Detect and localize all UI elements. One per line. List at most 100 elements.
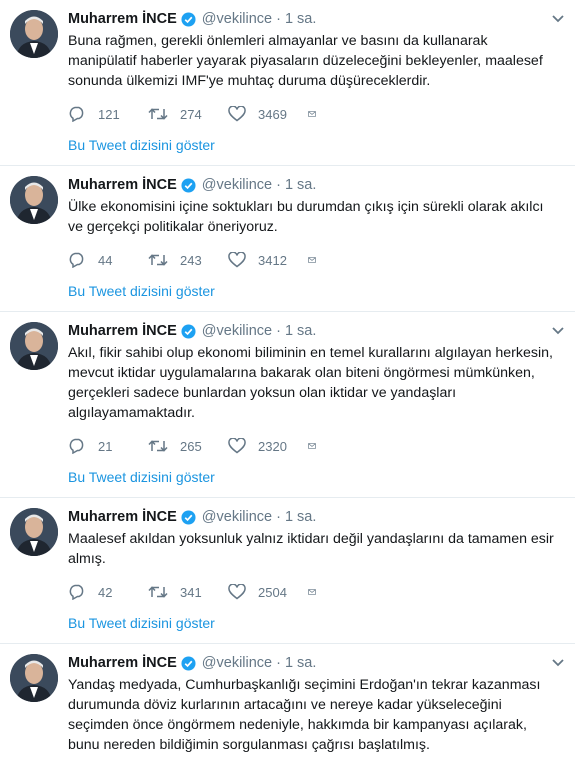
retweet-icon	[148, 254, 168, 266]
reply-count: 42	[98, 584, 113, 600]
timestamp[interactable]: 1 sa.	[285, 11, 316, 27]
author-name[interactable]: Muharrem İNCE	[68, 655, 177, 671]
reply-count: 21	[98, 438, 113, 454]
tweet-text: Ülke ekonomisini içine soktukları bu dur…	[68, 199, 544, 235]
avatar[interactable]	[10, 654, 58, 702]
verified-badge-icon	[181, 323, 196, 339]
verified-badge-icon	[181, 655, 196, 671]
heart-icon	[228, 584, 246, 600]
timestamp[interactable]: 1 sa.	[285, 509, 316, 525]
reply-icon	[69, 584, 84, 600]
timestamp[interactable]: 1 sa.	[285, 655, 316, 671]
show-thread-link[interactable]: Bu Tweet dizisini göster	[68, 271, 563, 311]
retweet-button[interactable]: 341	[148, 584, 228, 600]
dm-button[interactable]	[308, 107, 328, 121]
retweet-button[interactable]: 265	[148, 438, 228, 454]
tweet[interactable]: Muharrem İNCE @vekilince · 1 sa. Yandaş …	[0, 644, 575, 769]
heart-icon	[228, 252, 246, 268]
avatar[interactable]	[10, 10, 58, 58]
tweet-text: Akıl, fikir sahibi olup ekonomi bilimini…	[68, 345, 553, 421]
author-name[interactable]: Muharrem İNCE	[68, 323, 177, 339]
retweet-count: 274	[180, 106, 202, 122]
tweet-actions: 21 265 2320	[68, 435, 563, 457]
author-handle[interactable]: @vekilince	[202, 177, 272, 193]
reply-icon	[69, 438, 84, 454]
verified-badge-icon	[181, 177, 196, 193]
separator: ·	[276, 323, 281, 339]
reply-button[interactable]: 44	[68, 252, 148, 268]
author-handle[interactable]: @vekilince	[202, 509, 272, 525]
timestamp[interactable]: 1 sa.	[285, 323, 316, 339]
like-button[interactable]: 2504	[228, 584, 308, 600]
retweet-icon	[148, 440, 168, 452]
tweet[interactable]: Muharrem İNCE @vekilince · 1 sa. Buna ra…	[0, 0, 575, 166]
reply-icon	[69, 252, 84, 268]
show-thread-link[interactable]: Bu Tweet dizisini göster	[68, 125, 563, 165]
mail-icon	[308, 443, 316, 449]
mail-icon	[308, 257, 316, 263]
retweet-button[interactable]: 274	[148, 106, 228, 122]
show-thread-link[interactable]: Bu Tweet dizisini göster	[68, 457, 563, 497]
tweet-header: Muharrem İNCE @vekilince · 1 sa.	[68, 8, 563, 30]
chevron-down-icon[interactable]	[551, 658, 565, 668]
separator: ·	[276, 509, 281, 525]
author-name[interactable]: Muharrem İNCE	[68, 509, 177, 525]
separator: ·	[276, 177, 281, 193]
author-name[interactable]: Muharrem İNCE	[68, 11, 177, 27]
author-handle[interactable]: @vekilince	[202, 323, 272, 339]
heart-icon	[228, 106, 246, 122]
tweet-header: Muharrem İNCE @vekilince · 1 sa.	[68, 174, 563, 196]
reply-count: 44	[98, 252, 113, 268]
tweet-actions: 42 341 2504	[68, 581, 563, 603]
tweet[interactable]: Muharrem İNCE @vekilince · 1 sa. Maalese…	[0, 498, 575, 644]
like-count: 2320	[258, 438, 287, 454]
show-thread-link[interactable]: Bu Tweet dizisini göster	[68, 603, 563, 643]
avatar[interactable]	[10, 176, 58, 224]
retweet-count: 243	[180, 252, 202, 268]
tweet-header: Muharrem İNCE @vekilince · 1 sa.	[68, 506, 563, 528]
dm-button[interactable]	[308, 439, 328, 453]
chevron-down-icon[interactable]	[551, 326, 565, 336]
verified-badge-icon	[181, 509, 196, 525]
chevron-down-icon[interactable]	[551, 14, 565, 24]
retweet-count: 265	[180, 438, 202, 454]
avatar[interactable]	[10, 322, 58, 370]
tweet-actions: 121 274 3469	[68, 103, 563, 125]
avatar[interactable]	[10, 508, 58, 556]
tweet-text: Maalesef akıldan yoksunluk yalnız iktida…	[68, 531, 554, 567]
reply-icon	[69, 106, 84, 122]
tweet[interactable]: Muharrem İNCE @vekilince · 1 sa. Akıl, f…	[0, 312, 575, 498]
like-count: 3469	[258, 106, 287, 122]
tweet-actions: 44 243 3412	[68, 249, 563, 271]
like-count: 2504	[258, 584, 287, 600]
tweet-feed: Muharrem İNCE @vekilince · 1 sa. Buna ra…	[0, 0, 575, 769]
tweet-header: Muharrem İNCE @vekilince · 1 sa.	[68, 320, 563, 342]
dm-button[interactable]	[308, 253, 328, 267]
author-handle[interactable]: @vekilince	[202, 11, 272, 27]
reply-button[interactable]: 121	[68, 106, 148, 122]
heart-icon	[228, 438, 246, 454]
timestamp[interactable]: 1 sa.	[285, 177, 316, 193]
verified-badge-icon	[181, 11, 196, 27]
mail-icon	[308, 589, 316, 595]
retweet-icon	[148, 586, 168, 598]
author-name[interactable]: Muharrem İNCE	[68, 177, 177, 193]
reply-button[interactable]: 42	[68, 584, 148, 600]
retweet-button[interactable]: 243	[148, 252, 228, 268]
reply-button[interactable]: 21	[68, 438, 148, 454]
retweet-icon	[148, 108, 168, 120]
mail-icon	[308, 111, 316, 117]
retweet-count: 341	[180, 584, 202, 600]
tweet[interactable]: Muharrem İNCE @vekilince · 1 sa. Ülke ek…	[0, 166, 575, 312]
like-button[interactable]: 2320	[228, 438, 308, 454]
dm-button[interactable]	[308, 585, 328, 599]
separator: ·	[276, 11, 281, 27]
separator: ·	[276, 655, 281, 671]
like-button[interactable]: 3412	[228, 252, 308, 268]
tweet-text: Buna rağmen, gerekli önlemleri almayanla…	[68, 33, 543, 89]
author-handle[interactable]: @vekilince	[202, 655, 272, 671]
reply-count: 121	[98, 106, 120, 122]
tweet-text: Yandaş medyada, Cumhurbaşkanlığı seçimin…	[68, 677, 541, 753]
like-button[interactable]: 3469	[228, 106, 308, 122]
tweet-header: Muharrem İNCE @vekilince · 1 sa.	[68, 652, 563, 674]
